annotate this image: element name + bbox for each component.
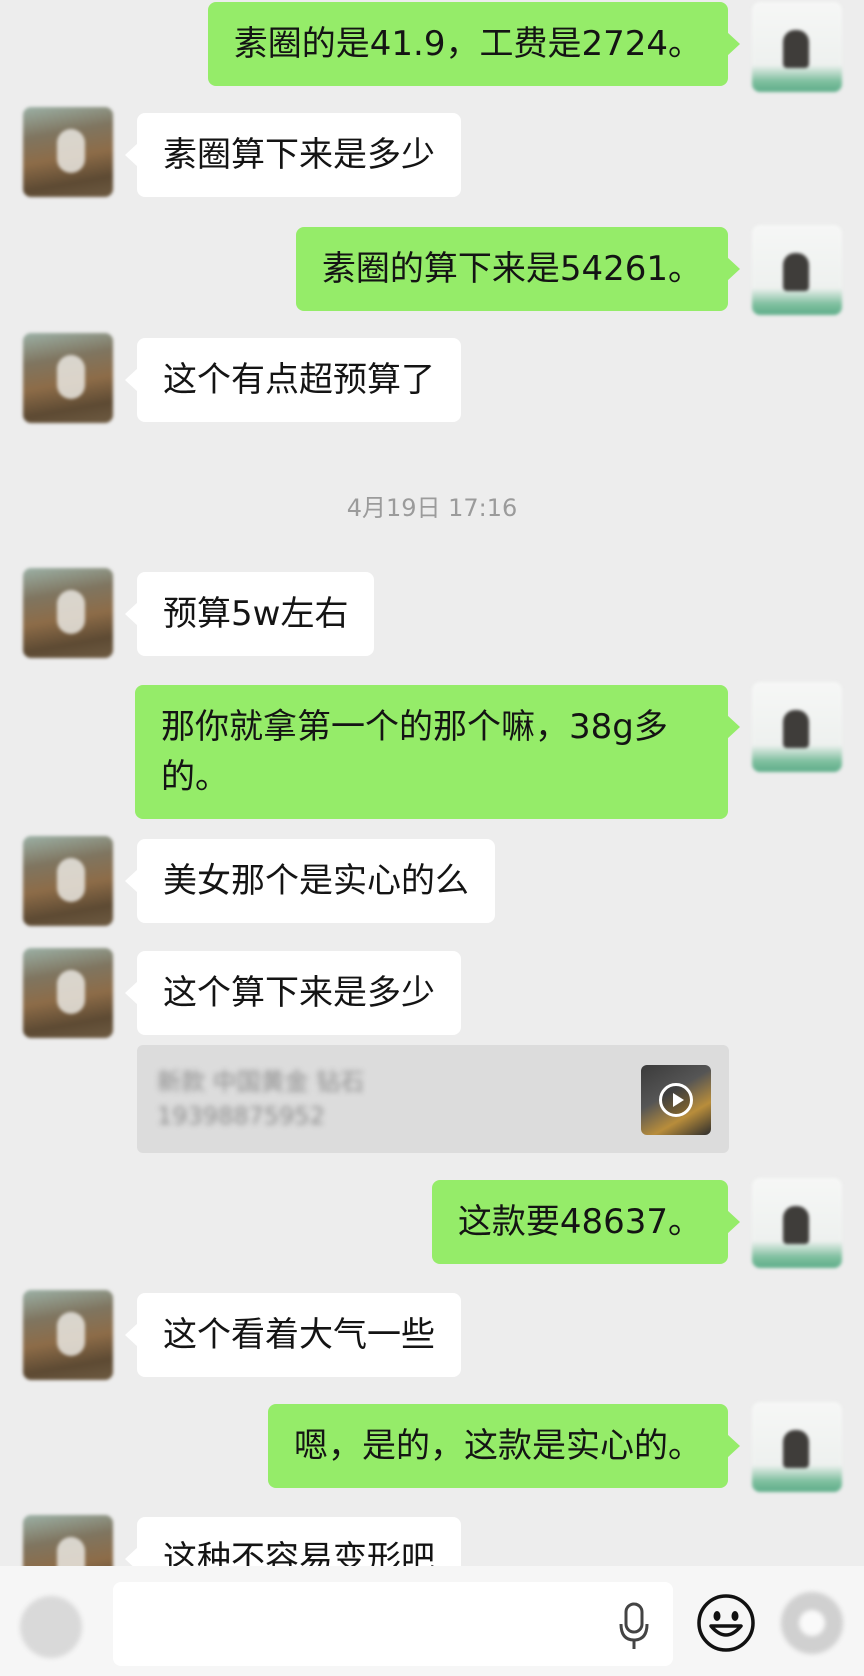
quote-line-1: 新款 中国黄金 钻石 xyxy=(157,1068,365,1096)
message-bubble-self[interactable]: 那你就拿第一个的那个嘛，38g多的。 xyxy=(135,685,740,819)
contact-avatar[interactable] xyxy=(23,1290,113,1380)
message-bubble-self[interactable]: 素圈的算下来是54261。 xyxy=(295,227,741,311)
self-avatar[interactable] xyxy=(752,1402,842,1492)
message-bubble-other[interactable]: 预算5w左右 xyxy=(124,572,375,656)
contact-avatar[interactable] xyxy=(23,107,113,197)
chat-input-bar xyxy=(0,1566,864,1676)
message-bubble-self[interactable]: 这款要48637。 xyxy=(431,1180,741,1264)
message-bubble-other[interactable]: 这个看着大气一些 xyxy=(125,1293,461,1377)
message-bubble-other[interactable]: 美女那个是实心的么 xyxy=(125,839,495,923)
video-thumbnail[interactable] xyxy=(641,1065,711,1135)
contact-avatar[interactable] xyxy=(23,836,113,926)
message-bubble-other[interactable]: 素圈算下来是多少 xyxy=(125,113,461,197)
self-avatar[interactable] xyxy=(752,225,842,315)
chat-area: 素圈的是41.9，工费是2724。 素圈算下来是多少 素圈的算下来是54261。… xyxy=(0,0,864,1566)
voice-toggle-button[interactable] xyxy=(20,1596,82,1658)
contact-avatar[interactable] xyxy=(23,1515,113,1566)
message-bubble-other[interactable]: 这个算下来是多少 xyxy=(125,951,461,1035)
contact-avatar[interactable] xyxy=(23,333,113,423)
self-avatar[interactable] xyxy=(752,682,842,772)
smiley-face-icon[interactable] xyxy=(695,1592,757,1654)
quoted-video-card[interactable]: 新款 中国黄金 钻石 19398875952 xyxy=(137,1045,729,1153)
self-avatar[interactable] xyxy=(752,1178,842,1268)
play-icon[interactable] xyxy=(659,1083,693,1117)
message-bubble-other[interactable]: 这种不容易变形吧 xyxy=(125,1517,461,1566)
message-input[interactable] xyxy=(113,1582,673,1666)
microphone-icon[interactable] xyxy=(617,1602,651,1652)
plus-circle-icon[interactable] xyxy=(781,1592,843,1654)
self-avatar[interactable] xyxy=(752,2,842,92)
message-bubble-other[interactable]: 这个有点超预算了 xyxy=(125,338,461,422)
message-timestamp: 4月19日 17:16 xyxy=(346,494,518,522)
quote-line-2: 19398875952 xyxy=(157,1102,325,1130)
message-bubble-self[interactable]: 嗯，是的，这款是实心的。 xyxy=(268,1404,740,1488)
contact-avatar[interactable] xyxy=(23,948,113,1038)
quote-text: 新款 中国黄金 钻石 19398875952 xyxy=(157,1065,364,1133)
contact-avatar[interactable] xyxy=(23,568,113,658)
message-bubble-self[interactable]: 素圈的是41.9，工费是2724。 xyxy=(207,2,741,86)
